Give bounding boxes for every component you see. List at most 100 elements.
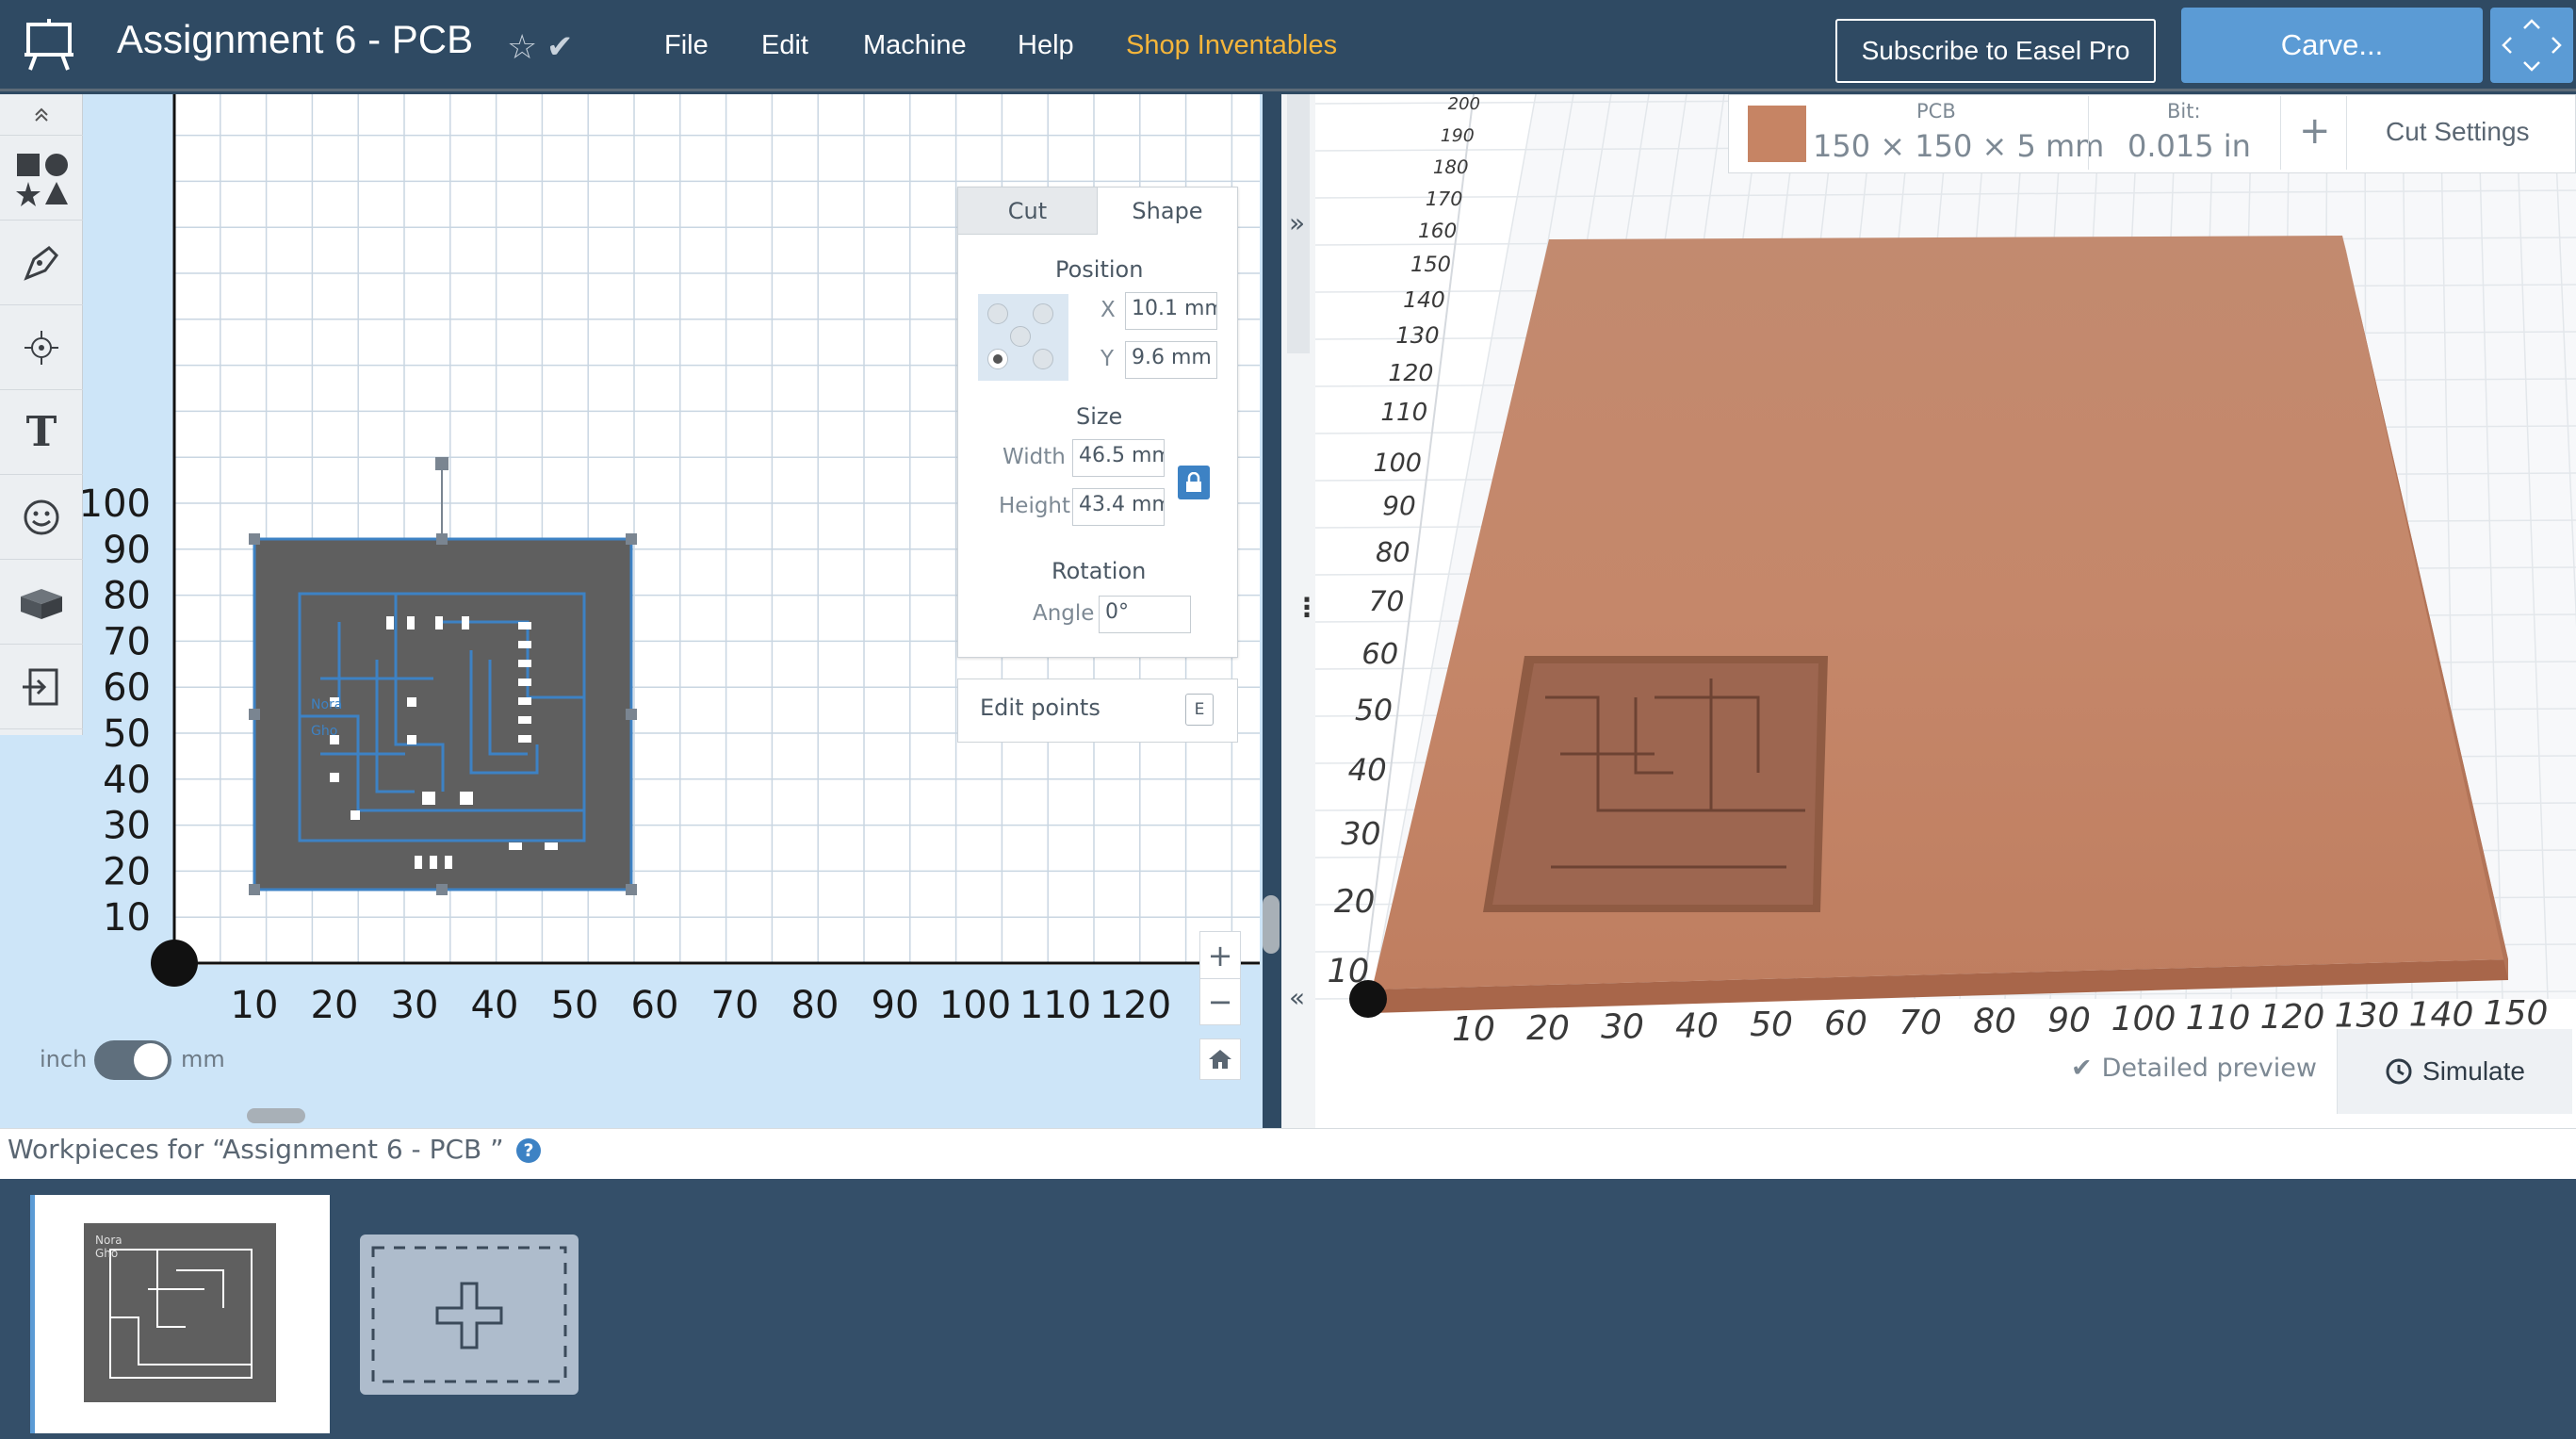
preview-y-tick-label: 130	[1395, 321, 1439, 349]
detailed-preview-toggle[interactable]: ✔ Detailed preview	[2071, 1054, 2317, 1083]
expand-right-chevron-icon[interactable]: »	[1289, 207, 1305, 238]
horizontal-scrollbar[interactable]	[247, 1108, 305, 1123]
x-label: X	[1101, 298, 1116, 322]
anchor-bottom-right[interactable]	[1033, 349, 1053, 369]
x-axis-tick-label: 20	[311, 984, 359, 1027]
bit-value[interactable]: 0.015 in	[2128, 128, 2251, 164]
unit-toggle-knob[interactable]	[134, 1043, 168, 1077]
preview-y-tick-label: 160	[1418, 220, 1457, 243]
pcb-design-shape[interactable]	[253, 537, 633, 891]
shapes-icon	[16, 153, 68, 206]
x-axis-tick-label: 120	[1100, 984, 1171, 1027]
position-x-input[interactable]: 10.1 mm	[1125, 292, 1217, 330]
material-swatch[interactable]	[1748, 106, 1806, 162]
help-icon[interactable]: ?	[516, 1138, 541, 1163]
easel-logo-icon[interactable]	[23, 19, 75, 72]
menu-help[interactable]: Help	[1018, 30, 1074, 61]
preview-x-tick-label: 10	[1452, 1010, 1495, 1049]
vertical-scrollbar[interactable]	[1263, 895, 1280, 954]
import-icon	[23, 668, 58, 705]
preview-y-tick-label: 40	[1348, 752, 1387, 788]
position-y-input[interactable]: 9.6 mm	[1125, 341, 1217, 379]
resize-handle-e[interactable]	[626, 709, 637, 720]
resize-handle-n[interactable]	[436, 533, 448, 545]
double-chevron-up-icon	[35, 107, 48, 122]
subscribe-button[interactable]: Subscribe to Easel Pro	[1835, 19, 2156, 83]
add-bit-button[interactable]: +	[2299, 109, 2331, 153]
zoom-out-button[interactable]: −	[1200, 979, 1240, 1024]
rotate-handle[interactable]	[435, 457, 448, 470]
home-view-button[interactable]	[1199, 1038, 1241, 1080]
anchor-top-left[interactable]	[987, 303, 1008, 324]
preview-x-tick-label: 80	[1973, 1003, 2016, 1041]
edit-points-button[interactable]: Edit points	[980, 695, 1101, 721]
menu-edit[interactable]: Edit	[761, 30, 808, 61]
text-tool[interactable]: T	[0, 390, 83, 475]
cut-settings-button[interactable]: Cut Settings	[2386, 117, 2530, 147]
width-input[interactable]: 46.5 mm	[1072, 439, 1165, 477]
x-axis-tick-label: 40	[471, 984, 519, 1027]
preview-y-tick-label: 30	[1341, 815, 1380, 852]
pen-tool[interactable]	[0, 221, 83, 305]
resize-handle-s[interactable]	[436, 884, 448, 895]
workpieces-title[interactable]: Workpieces for “Assignment 6 - PCB ” ⌄	[8, 1134, 535, 1165]
anchor-center[interactable]	[1010, 326, 1031, 347]
preview-x-tick-label: 30	[1601, 1008, 1644, 1047]
x-axis-tick-label: 10	[231, 984, 279, 1027]
x-axis-tick-label: 30	[391, 984, 439, 1027]
document-title[interactable]: Assignment 6 - PCB	[117, 17, 473, 62]
star-icon[interactable]: ☆	[507, 28, 537, 67]
resize-handle-nw[interactable]	[249, 533, 260, 545]
height-label: Height	[999, 494, 1071, 518]
expand-left-chevron-icon[interactable]: «	[1289, 982, 1305, 1013]
carve-button[interactable]: Carve...	[2181, 8, 2483, 83]
lock-proportions-button[interactable]	[1178, 466, 1210, 499]
preview-y-tick-label: 60	[1361, 638, 1398, 671]
add-workpiece-button[interactable]	[360, 1235, 579, 1395]
block-icon	[21, 588, 62, 619]
rotation-angle-input[interactable]: 0°	[1099, 596, 1191, 633]
check-icon: ✔	[2071, 1054, 2093, 1083]
y-axis-tick-label: 80	[103, 575, 151, 618]
resize-handle-ne[interactable]	[626, 533, 637, 545]
preview-y-tick-label: 150	[1410, 253, 1451, 277]
shapes-tool[interactable]	[0, 136, 83, 221]
resize-handle-sw[interactable]	[249, 884, 260, 895]
y-axis-tick-label: 20	[103, 850, 151, 893]
lock-icon	[1186, 472, 1201, 492]
target-tool[interactable]	[0, 305, 83, 390]
tab-cut[interactable]: Cut	[958, 188, 1098, 235]
y-axis-tick-label: 60	[103, 666, 151, 710]
simulate-button[interactable]: Simulate	[2337, 1029, 2572, 1114]
anchor-top-right[interactable]	[1033, 303, 1053, 324]
rotation-heading: Rotation	[1052, 558, 1147, 584]
preview-x-tick-label: 110	[2186, 999, 2251, 1038]
material-size[interactable]: 150 × 150 × 5 mm	[1813, 128, 2104, 164]
collapse-toolbar-button[interactable]	[0, 94, 83, 136]
apps-tool[interactable]	[0, 560, 83, 645]
workpiece-thumbnail[interactable]: Nora Gho	[30, 1195, 330, 1433]
detailed-preview-label: Detailed preview	[2101, 1054, 2317, 1083]
add-workpiece-icon	[371, 1246, 567, 1383]
expand-arrows-button[interactable]	[2490, 8, 2573, 83]
zoom-in-button[interactable]: +	[1200, 932, 1240, 979]
material-name[interactable]: PCB	[1916, 100, 1956, 123]
resize-handle-w[interactable]	[249, 709, 260, 720]
preview-x-tick-label: 20	[1526, 1009, 1570, 1048]
menu-shop-inventables[interactable]: Shop Inventables	[1126, 30, 1337, 61]
resize-handle-se[interactable]	[626, 884, 637, 895]
clock-icon	[2386, 1058, 2412, 1085]
preview-x-tick-label: 40	[1675, 1006, 1719, 1045]
size-heading: Size	[1076, 403, 1123, 430]
menu-file[interactable]: File	[664, 30, 709, 61]
import-tool[interactable]	[0, 645, 83, 729]
pen-icon	[24, 245, 58, 281]
height-input[interactable]: 43.4 mm	[1072, 488, 1165, 526]
anchor-selector[interactable]	[978, 294, 1068, 381]
anchor-bottom-left[interactable]	[987, 349, 1008, 369]
icons-tool[interactable]	[0, 475, 83, 560]
y-axis-tick-label: 10	[103, 896, 151, 940]
tab-shape[interactable]: Shape	[1098, 188, 1237, 235]
preview-x-tick-label: 70	[1899, 1004, 1942, 1042]
menu-machine[interactable]: Machine	[863, 30, 967, 61]
